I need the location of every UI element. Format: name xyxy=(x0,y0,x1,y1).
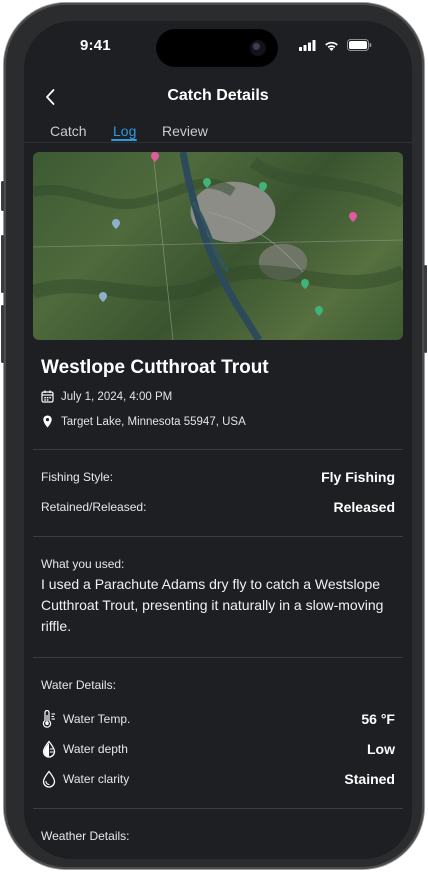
what-you-used-text: I used a Parachute Adams dry fly to catc… xyxy=(41,576,384,634)
page-title: Catch Details xyxy=(167,87,269,104)
map-pin-icon xyxy=(259,182,267,192)
status-time: 9:41 xyxy=(80,37,111,54)
status-icons xyxy=(299,39,372,51)
volume-up-button xyxy=(1,235,4,293)
tab-bar: Catch Log Review xyxy=(24,121,412,143)
what-you-used-label: What you used: xyxy=(41,557,125,571)
catch-location: Target Lake, Minnesota 55947, USA xyxy=(61,415,246,428)
navigation-bar: Catch Details xyxy=(24,81,412,113)
divider xyxy=(33,449,403,450)
tab-catch[interactable]: Catch xyxy=(50,123,87,139)
divider xyxy=(33,657,403,658)
fishing-style-row: Fishing Style: Fly Fishing xyxy=(41,469,395,485)
weather-details-label: Weather Details: xyxy=(41,829,130,843)
water-depth-row: Water depth Low xyxy=(41,740,395,758)
divider xyxy=(33,536,403,537)
thermometer-icon xyxy=(42,710,55,728)
retained-released-value: Released xyxy=(333,499,395,515)
action-button xyxy=(1,181,4,211)
catch-datetime: July 1, 2024, 4:00 PM xyxy=(61,390,173,403)
status-bar: 9:41 xyxy=(24,21,412,69)
map-pin-icon xyxy=(112,219,120,229)
water-drop-icon xyxy=(42,770,56,788)
water-details-label: Water Details: xyxy=(41,678,116,692)
volume-down-button xyxy=(1,305,4,363)
map-pin-icon xyxy=(203,178,211,188)
calendar-icon xyxy=(41,390,54,403)
tab-review[interactable]: Review xyxy=(162,123,208,139)
phone-frame: 9:41 Catch Details Catch Log Review West… xyxy=(1,3,427,869)
catch-species-title: Westlope Cutthroat Trout xyxy=(41,357,269,378)
water-temp-value: 56 °F xyxy=(361,711,395,727)
active-tab-indicator xyxy=(111,139,137,141)
catch-datetime-row: July 1, 2024, 4:00 PM xyxy=(41,390,395,403)
screen: 9:41 Catch Details Catch Log Review West… xyxy=(24,21,412,859)
wifi-icon xyxy=(325,41,338,51)
catch-location-map[interactable] xyxy=(33,152,403,340)
location-pin-icon xyxy=(43,415,52,428)
map-pin-icon xyxy=(151,152,159,162)
catch-location-row: Target Lake, Minnesota 55947, USA xyxy=(41,415,395,428)
power-button xyxy=(424,265,427,353)
map-pin-icon xyxy=(349,212,357,222)
fishing-style-value: Fly Fishing xyxy=(321,469,395,485)
depth-drop-icon xyxy=(42,740,56,758)
divider xyxy=(33,808,403,809)
battery-icon xyxy=(347,39,372,51)
water-depth-label: Water depth xyxy=(63,742,128,756)
tab-log[interactable]: Log xyxy=(113,123,136,139)
cellular-signal-icon xyxy=(299,39,316,51)
map-pin-icon xyxy=(301,279,309,289)
map-pin-icon xyxy=(99,292,107,302)
dynamic-island xyxy=(156,29,278,67)
map-satellite-imagery xyxy=(33,152,403,340)
water-temp-row: Water Temp. 56 °F xyxy=(41,710,395,728)
camera-icon xyxy=(250,40,266,56)
water-depth-value: Low xyxy=(367,741,395,757)
water-temp-label: Water Temp. xyxy=(63,712,131,726)
water-clarity-value: Stained xyxy=(344,771,395,787)
map-pin-icon xyxy=(315,306,323,316)
water-clarity-row: Water clarity Stained xyxy=(41,770,395,788)
retained-released-row: Retained/Released: Released xyxy=(41,499,395,515)
water-clarity-label: Water clarity xyxy=(63,772,130,786)
fishing-style-label: Fishing Style: xyxy=(41,470,114,484)
retained-released-label: Retained/Released: xyxy=(41,500,147,514)
